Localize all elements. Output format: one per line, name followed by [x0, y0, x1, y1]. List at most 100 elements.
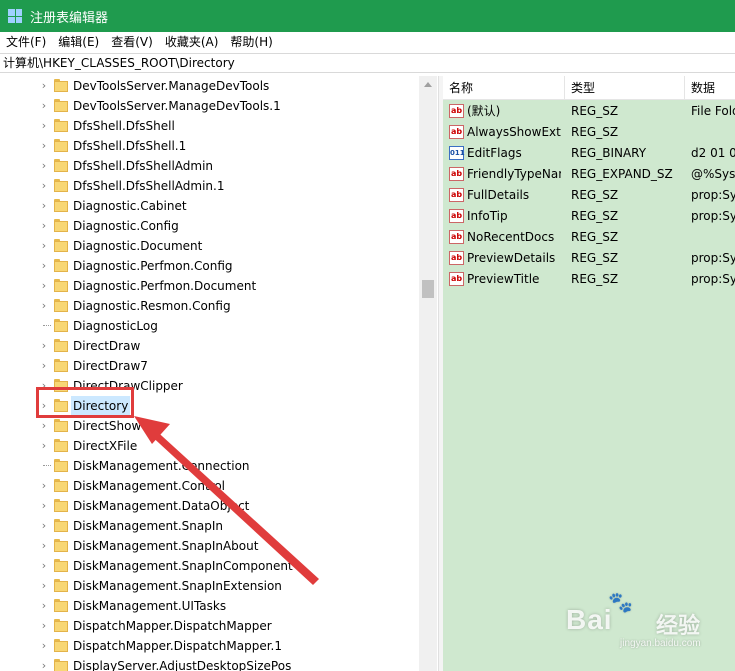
folder-icon [54, 659, 68, 671]
chevron-right-icon[interactable]: › [38, 299, 50, 313]
chevron-right-icon[interactable]: › [38, 499, 50, 513]
value-row[interactable]: ab InfoTip REG_SZ prop:Sy [443, 206, 735, 227]
chevron-right-icon[interactable]: › [38, 479, 50, 493]
tree-item[interactable]: › DisplayServer.AdjustDesktopSizePos [0, 656, 420, 671]
tree-item-label: DirectShow [73, 419, 142, 433]
chevron-right-icon[interactable]: › [38, 359, 50, 373]
tree-item[interactable]: › DirectXFile [0, 436, 420, 456]
chevron-right-icon[interactable]: › [38, 199, 50, 213]
tree-item[interactable]: › DevToolsServer.ManageDevTools [0, 76, 420, 96]
tree-item[interactable]: › DfsShell.DfsShellAdmin [0, 156, 420, 176]
chevron-right-icon[interactable]: › [38, 219, 50, 233]
value-type: REG_SZ [571, 230, 619, 244]
folder-icon [54, 199, 68, 212]
tree-item[interactable]: › Diagnostic.Resmon.Config [0, 296, 420, 316]
tree-item[interactable]: DiagnosticLog [0, 316, 420, 336]
tree-item[interactable]: › DfsShell.DfsShell.1 [0, 136, 420, 156]
chevron-right-icon[interactable]: › [38, 279, 50, 293]
chevron-right-icon[interactable]: › [38, 579, 50, 593]
folder-icon [54, 219, 68, 232]
tree-item[interactable]: › DiskManagement.SnapIn [0, 516, 420, 536]
chevron-right-icon[interactable]: › [38, 99, 50, 113]
tree-item[interactable]: › Diagnostic.Config [0, 216, 420, 236]
address-bar[interactable]: 计算机\HKEY_CLASSES_ROOT\Directory [0, 53, 735, 73]
chevron-right-icon[interactable]: › [38, 259, 50, 273]
tree-item[interactable]: › DiskManagement.SnapInExtension [0, 576, 420, 596]
folder-icon [54, 239, 68, 252]
tree-item[interactable]: › DfsShell.DfsShellAdmin.1 [0, 176, 420, 196]
menu-favorites[interactable]: 收藏夹(A) [159, 32, 225, 52]
tree-item[interactable]: › DirectDraw [0, 336, 420, 356]
tree-item-label: Diagnostic.Resmon.Config [73, 299, 231, 313]
chevron-right-icon[interactable]: › [38, 439, 50, 453]
tree-item-label: DirectXFile [73, 439, 138, 453]
regedit-app-icon [8, 9, 22, 23]
tree-item[interactable]: DiskManagement.Connection [0, 456, 420, 476]
value-row[interactable]: ab PreviewDetails REG_SZ prop:Sy [443, 248, 735, 269]
tree-item-label: DfsShell.DfsShellAdmin.1 [73, 179, 225, 193]
menu-view[interactable]: 查看(V) [105, 32, 159, 52]
tree-item[interactable]: › DirectShow [0, 416, 420, 436]
column-name[interactable]: 名称 [443, 76, 565, 100]
tree-item[interactable]: › DirectDraw7 [0, 356, 420, 376]
chevron-right-icon[interactable]: › [38, 239, 50, 253]
value-row[interactable]: ab AlwaysShowExt REG_SZ [443, 122, 735, 143]
value-row[interactable]: ab PreviewTitle REG_SZ prop:Sy [443, 269, 735, 290]
chevron-right-icon[interactable]: › [38, 339, 50, 353]
tree-item[interactable]: › Diagnostic.Perfmon.Document [0, 276, 420, 296]
tree-item[interactable]: › DispatchMapper.DispatchMapper.1 [0, 636, 420, 656]
folder-icon [54, 339, 68, 352]
folder-icon [54, 519, 68, 532]
value-type: REG_SZ [571, 125, 619, 139]
column-type[interactable]: 类型 [565, 76, 685, 100]
value-name: AlwaysShowExt [467, 125, 561, 139]
tree-item[interactable]: › Diagnostic.Cabinet [0, 196, 420, 216]
scroll-up-icon[interactable] [424, 82, 432, 87]
tree-scrollbar[interactable] [419, 76, 437, 671]
tree-item[interactable]: › DevToolsServer.ManageDevTools.1 [0, 96, 420, 116]
scrollbar-thumb[interactable] [422, 280, 434, 298]
tree-item[interactable]: › DiskManagement.UITasks [0, 596, 420, 616]
menu-edit[interactable]: 编辑(E) [52, 32, 105, 52]
chevron-right-icon[interactable]: › [38, 139, 50, 153]
value-row[interactable]: abFriendlyTypeName REG_EXPAND_SZ @%Syst [443, 164, 735, 185]
value-row[interactable]: 011EditFlags REG_BINARY d2 01 00 [443, 143, 735, 164]
tree-item[interactable]: › DiskManagement.Control [0, 476, 420, 496]
tree-item[interactable]: › DiskManagement.SnapInAbout [0, 536, 420, 556]
chevron-right-icon[interactable]: › [38, 159, 50, 173]
tree-item[interactable]: › Diagnostic.Perfmon.Config [0, 256, 420, 276]
chevron-right-icon[interactable]: › [38, 599, 50, 613]
chevron-right-icon[interactable]: › [38, 659, 50, 671]
chevron-right-icon[interactable]: › [38, 179, 50, 193]
chevron-right-icon[interactable]: › [38, 79, 50, 93]
tree-item[interactable]: › DfsShell.DfsShell [0, 116, 420, 136]
chevron-right-icon[interactable]: › [38, 519, 50, 533]
chevron-right-icon[interactable]: › [38, 119, 50, 133]
chevron-right-icon[interactable]: › [38, 539, 50, 553]
folder-icon [54, 279, 68, 292]
value-type: REG_BINARY [571, 146, 647, 160]
tree-item-label: DevToolsServer.ManageDevTools.1 [73, 99, 281, 113]
tree-item[interactable]: › DiskManagement.SnapInComponent [0, 556, 420, 576]
value-row[interactable]: ab FullDetails REG_SZ prop:Sy [443, 185, 735, 206]
tree-item-label: DiskManagement.SnapInComponent [73, 559, 293, 573]
tree-item[interactable]: › DispatchMapper.DispatchMapper [0, 616, 420, 636]
chevron-right-icon[interactable]: › [38, 639, 50, 653]
column-data[interactable]: 数据 [685, 76, 735, 100]
tree-item[interactable]: › DiskManagement.DataObject [0, 496, 420, 516]
value-data: File Folder [691, 104, 735, 118]
folder-icon [54, 559, 68, 572]
value-row[interactable]: ab(默认) REG_SZ File Folder [443, 101, 735, 122]
baidu-watermark: Bai 🐾 经验 jingyan.baidu.com [560, 590, 720, 649]
menu-help[interactable]: 帮助(H) [224, 32, 278, 52]
menu-file[interactable]: 文件(F) [0, 32, 52, 52]
chevron-right-icon[interactable]: › [38, 619, 50, 633]
folder-icon [54, 159, 68, 172]
tree-item[interactable]: › Diagnostic.Document [0, 236, 420, 256]
list-header: 名称 类型 数据 [443, 76, 735, 100]
value-name: PreviewTitle [467, 272, 540, 286]
tree-item-label: DiagnosticLog [73, 319, 158, 333]
chevron-right-icon[interactable]: › [38, 419, 50, 433]
value-row[interactable]: ab NoRecentDocs REG_SZ [443, 227, 735, 248]
chevron-right-icon[interactable]: › [38, 559, 50, 573]
